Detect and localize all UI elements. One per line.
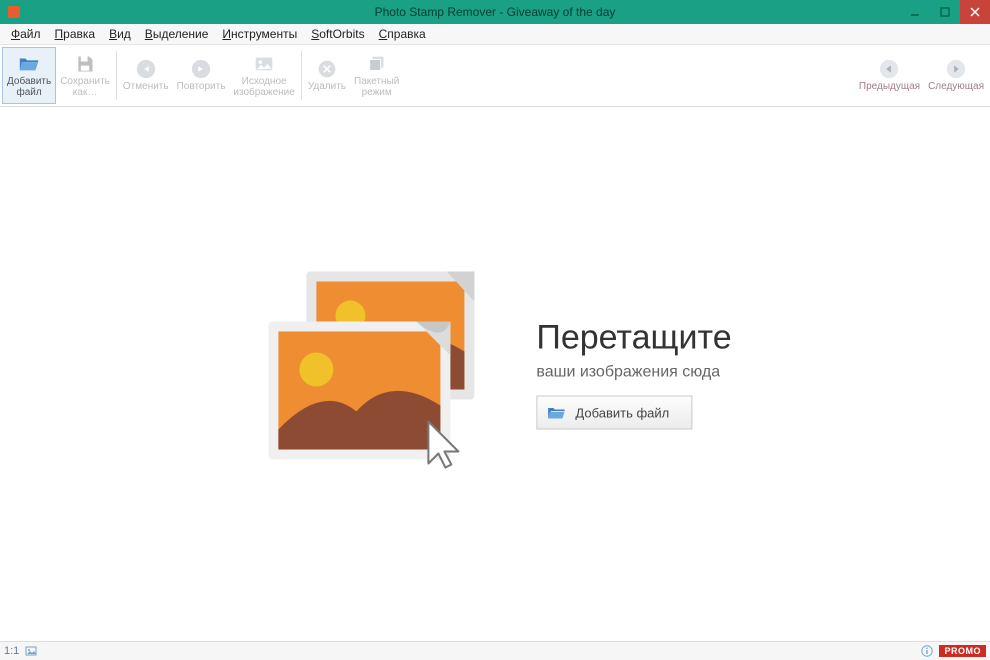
redo-icon [190, 58, 212, 80]
app-window: Photo Stamp Remover - Giveaway of the da… [0, 0, 990, 660]
minimize-button[interactable] [900, 0, 930, 24]
menu-tools[interactable]: Инструменты [215, 25, 304, 43]
menu-softorbits[interactable]: SoftOrbits [304, 25, 371, 43]
canvas-area[interactable]: Перетащите ваши изображения сюда Добавит… [0, 107, 990, 641]
redo-button[interactable]: Повторить [173, 47, 230, 104]
drop-prompt: Перетащите ваши изображения сюда Добавит… [258, 262, 731, 487]
menu-view[interactable]: Вид [102, 25, 138, 43]
drop-text: Перетащите ваши изображения сюда Добавит… [536, 319, 731, 430]
maximize-icon [940, 7, 950, 17]
original-image-button[interactable]: Исходное изображение [229, 47, 298, 104]
add-file-center-label: Добавить файл [575, 405, 669, 420]
batch-mode-button[interactable]: Пакетный режим [350, 47, 403, 104]
image-info-icon[interactable] [25, 645, 37, 657]
zoom-level[interactable]: 1:1 [4, 645, 19, 657]
delete-button[interactable]: Удалить [304, 47, 350, 104]
menu-bar: Файл Правка Вид Выделение Инструменты So… [0, 24, 990, 45]
undo-button[interactable]: Отменить [119, 47, 173, 104]
close-icon [970, 7, 980, 17]
minimize-icon [910, 7, 920, 17]
drop-illustration [258, 262, 508, 487]
save-as-button[interactable]: Сохранить как… [56, 47, 114, 104]
add-file-button[interactable]: Добавить файл [2, 47, 56, 104]
drop-headline: Перетащите [536, 319, 731, 358]
add-file-center-button[interactable]: Добавить файл [536, 396, 692, 430]
undo-icon [135, 58, 157, 80]
prev-button[interactable]: Предыдущая [855, 47, 924, 104]
app-icon [8, 6, 20, 18]
close-button[interactable] [960, 0, 990, 24]
save-icon [74, 53, 96, 75]
delete-icon [316, 58, 338, 80]
toolbar-separator [116, 51, 117, 100]
window-title: Photo Stamp Remover - Giveaway of the da… [0, 5, 990, 19]
drop-subtext: ваши изображения сюда [536, 364, 731, 382]
open-folder-icon [547, 406, 565, 420]
info-icon[interactable] [921, 645, 933, 657]
promo-badge[interactable]: PROMO [939, 645, 986, 657]
toolbar-separator [301, 51, 302, 100]
menu-selection[interactable]: Выделение [138, 25, 216, 43]
arrow-right-icon [945, 58, 967, 80]
menu-file[interactable]: Файл [4, 25, 48, 43]
menu-help[interactable]: Справка [372, 25, 433, 43]
arrow-left-icon [878, 58, 900, 80]
open-folder-icon [18, 53, 40, 75]
window-controls [900, 0, 990, 24]
image-refresh-icon [253, 53, 275, 75]
menu-edit[interactable]: Правка [48, 25, 103, 43]
status-bar: 1:1 PROMO [0, 641, 990, 660]
next-button[interactable]: Следующая [924, 47, 988, 104]
toolbar: Добавить файл Сохранить как… Отменить По… [0, 45, 990, 107]
batch-icon [366, 53, 388, 75]
titlebar: Photo Stamp Remover - Giveaway of the da… [0, 0, 990, 24]
maximize-button[interactable] [930, 0, 960, 24]
